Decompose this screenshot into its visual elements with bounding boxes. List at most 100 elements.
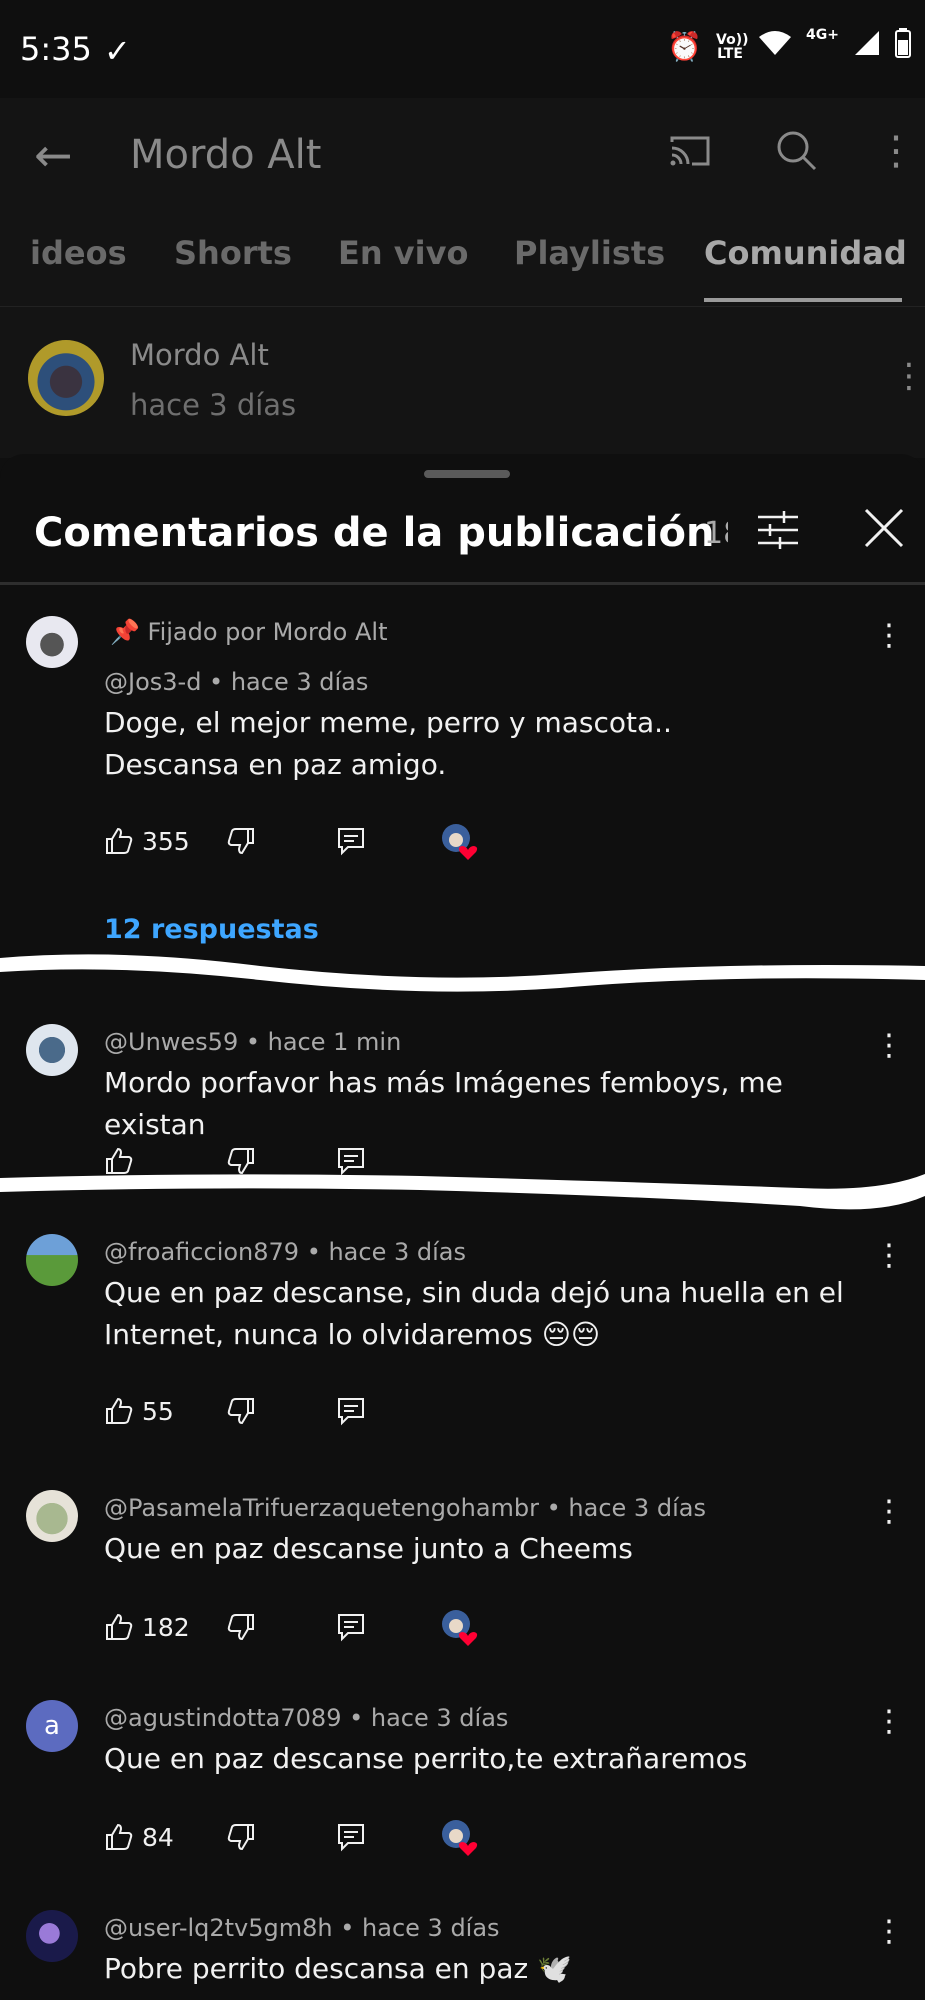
- comment-item: @froaficcion879 • hace 3 días Que en paz…: [0, 1234, 925, 1434]
- reply-button[interactable]: [336, 1396, 366, 1426]
- more-vert-icon[interactable]: ⋮: [874, 1914, 904, 1949]
- comment-item: @Unwes59 • hace 1 min Mordo porfavor has…: [0, 1024, 925, 1184]
- thumb-up-icon: [106, 1397, 133, 1424]
- thumb-up-icon: [106, 1613, 133, 1640]
- back-arrow-icon[interactable]: ←: [34, 128, 73, 182]
- reply-button[interactable]: [336, 826, 366, 856]
- search-icon[interactable]: [774, 128, 818, 172]
- comment-text: Que en paz descanse junto a Cheems: [104, 1528, 884, 1570]
- like-button[interactable]: 182: [104, 1612, 190, 1642]
- creator-heart-icon: [442, 824, 478, 860]
- commenter-avatar[interactable]: [26, 1910, 78, 1962]
- commenter-avatar[interactable]: [26, 616, 78, 668]
- like-count: 182: [142, 1612, 190, 1642]
- tab-videos[interactable]: ideos: [30, 234, 127, 272]
- sheet-title: Comentarios de la publicación: [34, 510, 715, 556]
- channel-page-dimmed: ← Mordo Alt ⋮ ideos Shorts En vivo Playl…: [0, 98, 925, 458]
- reply-icon: [338, 1614, 364, 1642]
- comment-meta[interactable]: @Jos3-d • hace 3 días: [104, 668, 368, 696]
- more-vert-icon[interactable]: ⋮: [892, 356, 925, 396]
- like-button[interactable]: 355: [104, 826, 190, 856]
- tab-shorts[interactable]: Shorts: [174, 234, 292, 272]
- comment-text: Doge, el mejor meme, perro y mascota.. D…: [104, 702, 884, 786]
- creator-heart-icon: [442, 1820, 478, 1856]
- reply-button[interactable]: [336, 1612, 366, 1642]
- thumb-down-icon: [227, 828, 254, 855]
- comment-item: a @agustindotta7089 • hace 3 días Que en…: [0, 1700, 925, 1860]
- pinned-text: Fijado por Mordo Alt: [147, 618, 388, 646]
- comment-line: Que en paz descanse junto a Cheems: [104, 1532, 633, 1565]
- commenter-avatar[interactable]: [26, 1234, 78, 1286]
- reply-icon: [338, 1824, 364, 1852]
- reply-icon: [338, 828, 364, 856]
- close-icon[interactable]: [860, 504, 908, 552]
- more-vert-icon[interactable]: ⋮: [876, 128, 916, 174]
- creator-heart-icon: [442, 1610, 478, 1646]
- thumb-up-icon: [106, 1823, 133, 1850]
- filter-icon[interactable]: [756, 510, 800, 550]
- volte-icon: Vo)) LTE: [716, 31, 749, 62]
- scribble-mark: [0, 954, 925, 992]
- post-time: hace 3 días: [130, 388, 297, 422]
- comment-meta[interactable]: @Unwes59 • hace 1 min: [104, 1028, 401, 1056]
- dislike-button[interactable]: [226, 826, 256, 856]
- commenter-avatar[interactable]: [26, 1024, 78, 1076]
- like-count: 84: [142, 1822, 174, 1852]
- tab-live[interactable]: En vivo: [338, 234, 468, 272]
- reply-icon: [338, 1398, 364, 1426]
- drag-handle[interactable]: [424, 470, 510, 478]
- comment-item: @PasamelaTrifuerzaquetengohambr • hace 3…: [0, 1490, 925, 1650]
- more-vert-icon[interactable]: ⋮: [874, 1494, 904, 1529]
- comment-actions: 182: [104, 1610, 604, 1652]
- comment-meta[interactable]: @user-lq2tv5gm8h • hace 3 días: [104, 1914, 500, 1942]
- channel-title: Mordo Alt: [130, 132, 322, 178]
- comment-actions: 55: [104, 1396, 604, 1436]
- comment-line: Internet, nunca lo olvidaremos 😔😔: [104, 1318, 601, 1351]
- channel-avatar[interactable]: [28, 340, 104, 416]
- comment-line: Mordo porfavor has más Imágenes femboys,…: [104, 1066, 783, 1141]
- post-author: Mordo Alt: [130, 338, 269, 372]
- comment-text: Pobre perrito descansa en paz 🕊️: [104, 1948, 884, 2000]
- signal-icon: [853, 29, 881, 64]
- tab-playlists[interactable]: Playlists: [514, 234, 665, 272]
- dislike-button[interactable]: [226, 1396, 256, 1426]
- status-bar: 5:35 ✓ ⏰ Vo)) LTE 4G+: [0, 0, 925, 98]
- commenter-avatar[interactable]: a: [26, 1700, 78, 1752]
- tab-community[interactable]: Comunidad: [704, 234, 907, 272]
- more-vert-icon[interactable]: ⋮: [874, 1028, 904, 1063]
- reply-button[interactable]: [336, 1822, 366, 1852]
- replies-link[interactable]: 12 respuestas: [104, 914, 319, 945]
- divider: [0, 582, 925, 585]
- check-icon: ✓: [104, 32, 131, 70]
- commenter-avatar[interactable]: [26, 1490, 78, 1542]
- comment-meta[interactable]: @froaficcion879 • hace 3 días: [104, 1238, 466, 1266]
- comment-actions: 84: [104, 1820, 604, 1862]
- like-button[interactable]: 55: [104, 1396, 174, 1426]
- cast-icon[interactable]: [668, 134, 712, 168]
- channel-tabs: ideos Shorts En vivo Playlists Comunidad: [0, 228, 925, 307]
- more-vert-icon[interactable]: ⋮: [874, 1238, 904, 1273]
- pin-icon: 📌: [110, 618, 140, 646]
- comment-line: Que en paz descanse perrito,te extrañare…: [104, 1742, 748, 1775]
- status-time: 5:35: [20, 30, 92, 68]
- scribble-mark: [0, 1174, 925, 1210]
- comment-line: Que en paz descanse, sin duda dejó una h…: [104, 1276, 844, 1309]
- thumb-down-icon: [227, 1824, 254, 1851]
- comment-line: Descansa en paz amigo.: [104, 748, 447, 781]
- wifi-icon: [758, 29, 792, 64]
- like-button[interactable]: 84: [104, 1822, 174, 1852]
- comments-sheet: Comentarios de la publicación 18 📌 Fijad…: [0, 454, 925, 2000]
- dislike-button[interactable]: [226, 1612, 256, 1642]
- more-vert-icon[interactable]: ⋮: [874, 618, 904, 653]
- thumb-down-icon: [227, 1398, 254, 1425]
- more-vert-icon[interactable]: ⋮: [874, 1704, 904, 1739]
- network-type-label: 4G+: [806, 27, 839, 43]
- like-count: 355: [142, 826, 190, 856]
- status-icons: ⏰ Vo)) LTE 4G+: [667, 28, 911, 65]
- comment-meta[interactable]: @PasamelaTrifuerzaquetengohambr • hace 3…: [104, 1494, 706, 1522]
- comment-count: 18: [704, 516, 728, 551]
- comment-meta[interactable]: @agustindotta7089 • hace 3 días: [104, 1704, 508, 1732]
- thumb-down-icon: [227, 1614, 254, 1641]
- active-tab-indicator: [704, 298, 902, 302]
- dislike-button[interactable]: [226, 1822, 256, 1852]
